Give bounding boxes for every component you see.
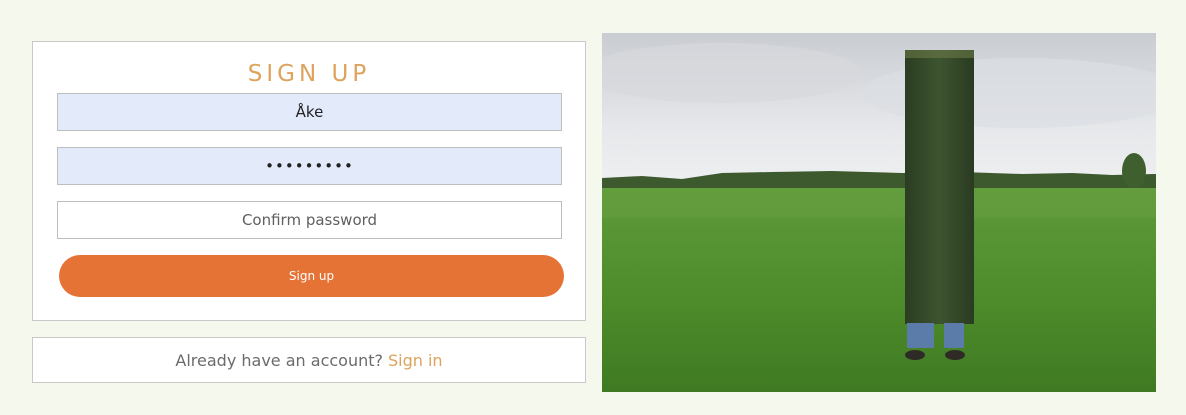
right-leg [944,323,964,348]
hero-photo [602,33,1156,392]
confirm-password-input[interactable] [57,201,562,239]
field-turf-illustration [602,33,1156,392]
signup-title: SIGN UP [247,61,371,87]
username-input[interactable] [57,93,562,131]
grass-field [602,188,1156,392]
signin-card: Already have an account? Sign in [32,337,586,383]
signin-prompt: Already have an account? [175,350,383,370]
turf-block [905,50,974,324]
signup-button[interactable]: Sign up [59,255,564,297]
left-leg [907,323,934,348]
signup-card: SIGN UP Sign up [32,41,586,321]
signin-link[interactable]: Sign in [388,351,443,370]
password-input[interactable] [57,147,562,185]
